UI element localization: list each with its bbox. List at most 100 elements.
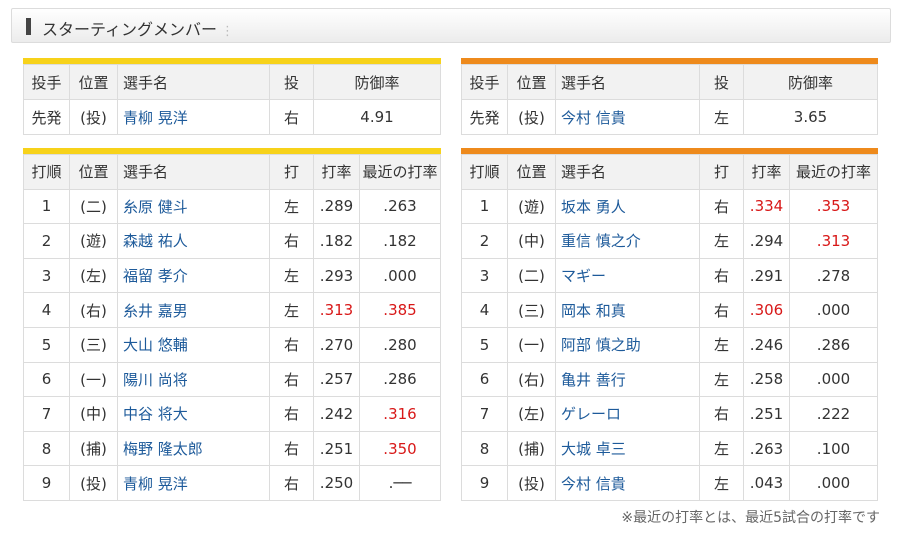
position-cell: (遊) [69,223,118,259]
player-name-link[interactable]: 大山 悠輔 [117,326,270,363]
player-name-link[interactable]: ゲレーロ [555,396,700,432]
column-header: 選手名 [555,64,700,100]
column-header: 防御率 [313,64,441,100]
column-header: 打順 [23,154,70,190]
player-name-link[interactable]: マギー [555,257,700,294]
home-lineup-table: 打順 位置 選手名打打率 最近の打率 1 (二) 糸原 健斗左 .289.263 2 (遊) 森越… [23,154,441,501]
batting-average-cell: .291 [743,257,790,294]
recent-average-cell: .000 [359,257,441,294]
batting-order-cell: 5 [23,326,70,363]
dotted-separator-icon: ⋮ [221,24,235,39]
table-row: 3 (二) マギー右 .291.278 [461,257,878,294]
bats-cell: 右 [699,292,744,328]
position-cell: (投) [507,465,556,501]
player-name-link[interactable]: 今村 信貴 [555,99,700,135]
batting-average-cell: .313 [313,292,360,328]
bats-cell: 左 [699,326,744,363]
batting-order-cell: 1 [461,188,508,225]
recent-average-cell: .286 [789,326,878,363]
batting-order-cell: 3 [461,257,508,294]
batting-average-cell: .242 [313,396,360,432]
position-cell: (中) [69,396,118,432]
batting-average-cell: .250 [313,465,360,501]
batting-order-cell: 4 [461,292,508,328]
batting-average-cell: .293 [313,257,360,294]
batting-average-cell: .289 [313,188,360,225]
batting-order-cell: 7 [461,396,508,432]
column-header: 位置 [507,64,556,100]
batting-average-cell: .334 [743,188,790,225]
player-name-link[interactable]: 青柳 晃洋 [117,465,270,501]
bats-cell: 右 [269,396,314,432]
recent-average-cell: .278 [789,257,878,294]
home-lineup-panel: 打順 位置 選手名打打率 最近の打率 1 (二) 糸原 健斗左 .289.263 2 (遊) 森越… [23,148,441,501]
footnote: ※最近の打率とは、最近5試合の打率です [621,510,880,526]
player-name-link[interactable]: 今村 信貴 [555,465,700,501]
position-cell: (左) [507,396,556,432]
player-name-link[interactable]: 阿部 慎之助 [555,326,700,363]
player-name-link[interactable]: 糸井 嘉男 [117,292,270,328]
player-name-link[interactable]: 重信 慎之介 [555,223,700,259]
bats-cell: 左 [269,257,314,294]
home-lineup-header-row: 打順 位置 選手名打打率 最近の打率 [23,154,441,190]
batting-order-cell: 6 [23,361,70,398]
recent-average-cell: .353 [789,188,878,225]
position-cell: (一) [69,361,118,398]
column-header: 位置 [507,154,556,190]
player-name-link[interactable]: 青柳 晃洋 [117,99,270,135]
recent-average-cell: .182 [359,223,441,259]
table-row: 2 (中) 重信 慎之介左 .294.313 [461,223,878,259]
bats-cell: 左 [699,465,744,501]
player-name-link[interactable]: 亀井 善行 [555,361,700,398]
player-name-link[interactable]: 陽川 尚将 [117,361,270,398]
table-row: 7 (中) 中谷 将大右 .242.316 [23,396,441,432]
recent-average-cell: .── [359,465,441,501]
section-title: スターティングメンバー ⋮ [42,20,235,39]
recent-average-cell: .222 [789,396,878,432]
bats-cell: 左 [269,188,314,225]
throws-cell: 左 [699,99,744,135]
recent-average-cell: .000 [789,465,878,501]
table-row: 3 (左) 福留 孝介左 .293.000 [23,257,441,294]
era-cell: 3.65 [743,99,878,135]
player-name-link[interactable]: 糸原 健斗 [117,188,270,225]
position-cell: (投) [69,99,118,135]
column-header: 打率 [313,154,360,190]
column-header: 投 [699,64,744,100]
table-row: 5 (一) 阿部 慎之助左 .246.286 [461,326,878,363]
batting-order-cell: 6 [461,361,508,398]
table-row: 4 (三) 岡本 和真右 .306.000 [461,292,878,328]
recent-average-cell: .385 [359,292,441,328]
batting-average-cell: .182 [313,223,360,259]
position-cell: (三) [507,292,556,328]
home-pitcher-table: 投手 位置 選手名投防御率 先発 (投) 青柳 晃洋右 4.91 [23,64,441,135]
column-header: 選手名 [117,154,270,190]
column-header: 選手名 [555,154,700,190]
player-name-link[interactable]: 坂本 勇人 [555,188,700,225]
batting-average-cell: .043 [743,465,790,501]
position-cell: (二) [507,257,556,294]
player-name-link[interactable]: 森越 祐人 [117,223,270,259]
pitcher-role: 先発 [23,99,70,135]
away-pitcher-panel: 投手 位置 選手名投防御率 先発 (投) 今村 信貴左 3.65 [461,58,878,135]
column-header: 最近の打率 [359,154,441,190]
away-lineup-table: 打順 位置 選手名打打率 最近の打率 1 (遊) 坂本 勇人右 .334.353 2 (中) 重信… [461,154,878,501]
table-row: 9 (投) 今村 信貴左 .043.000 [461,465,878,501]
away-pitcher-header-row: 投手 位置 選手名投防御率 [461,64,878,100]
position-cell: (投) [507,99,556,135]
player-name-link[interactable]: 福留 孝介 [117,257,270,294]
player-name-link[interactable]: 中谷 将大 [117,396,270,432]
column-header: 選手名 [117,64,270,100]
player-name-link[interactable]: 岡本 和真 [555,292,700,328]
player-name-link[interactable]: 大城 卓三 [555,430,700,467]
position-cell: (三) [69,326,118,363]
table-row: 2 (遊) 森越 祐人右 .182.182 [23,223,441,259]
away-pitcher-row: 先発 (投) 今村 信貴左 3.65 [461,99,878,135]
home-pitcher-row: 先発 (投) 青柳 晃洋右 4.91 [23,99,441,135]
table-row: 7 (左) ゲレーロ右 .251.222 [461,396,878,432]
player-name-link[interactable]: 梅野 隆太郎 [117,430,270,467]
recent-average-cell: .350 [359,430,441,467]
column-header: 打率 [743,154,790,190]
position-cell: (左) [69,257,118,294]
batting-average-cell: .294 [743,223,790,259]
